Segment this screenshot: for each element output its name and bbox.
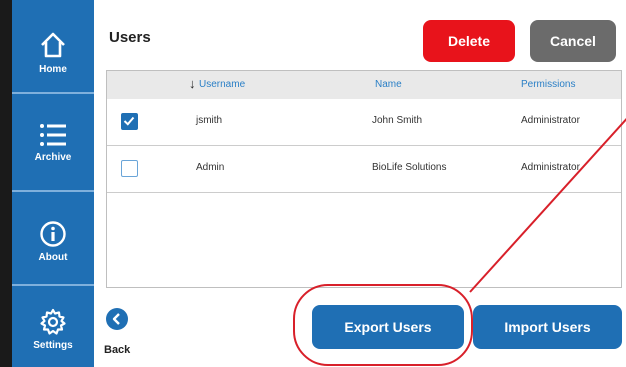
sidebar-item-label: Home — [39, 64, 67, 75]
sort-descending-icon[interactable]: ↓ — [189, 76, 196, 91]
import-users-button[interactable]: Import Users — [473, 305, 622, 349]
cancel-button[interactable]: Cancel — [530, 20, 616, 62]
cell-permissions: Administrator — [521, 162, 580, 173]
cell-permissions: Administrator — [521, 115, 580, 126]
table-row[interactable]: Admin BioLife Solutions Administrator — [107, 146, 621, 193]
users-table: ↓ Username Name Permissions jsmith John … — [106, 70, 622, 288]
sidebar-item-settings[interactable]: Settings — [12, 286, 94, 367]
cell-name: BioLife Solutions — [372, 162, 447, 173]
column-header-permissions[interactable]: Permissions — [521, 79, 575, 90]
column-header-username[interactable]: Username — [199, 79, 245, 90]
cell-username: Admin — [196, 162, 225, 173]
gear-icon — [40, 308, 66, 335]
sidebar: Home Archive About Settings — [12, 0, 94, 367]
delete-button[interactable]: Delete — [423, 20, 515, 62]
sidebar-item-label: Settings — [33, 340, 73, 351]
cell-username: jsmith — [196, 115, 223, 126]
back-button[interactable]: Back — [104, 308, 144, 363]
page-title: Users — [109, 29, 151, 46]
back-arrow-icon — [106, 308, 128, 330]
window-edge — [0, 0, 12, 367]
sidebar-item-home[interactable]: Home — [12, 0, 94, 94]
row-checkbox[interactable] — [121, 160, 138, 177]
list-icon — [40, 124, 66, 146]
column-header-name[interactable]: Name — [375, 79, 402, 90]
sidebar-item-about[interactable]: About — [12, 192, 94, 286]
checkmark-icon — [123, 116, 135, 126]
main-panel: Users Delete Cancel ↓ Username Name Perm… — [94, 0, 626, 367]
app-window: Home Archive About Settings Users Delete… — [0, 0, 626, 367]
back-label: Back — [104, 344, 131, 356]
sidebar-item-archive[interactable]: Archive — [12, 94, 94, 192]
table-row[interactable]: jsmith John Smith Administrator — [107, 99, 621, 146]
home-icon — [41, 32, 65, 58]
info-icon — [40, 221, 66, 247]
sidebar-item-label: Archive — [34, 152, 72, 163]
cell-name: John Smith — [372, 115, 423, 126]
table-header: ↓ Username Name Permissions — [107, 71, 621, 99]
sidebar-item-label: About — [38, 252, 68, 263]
row-checkbox[interactable] — [121, 113, 138, 130]
export-users-button[interactable]: Export Users — [312, 305, 464, 349]
